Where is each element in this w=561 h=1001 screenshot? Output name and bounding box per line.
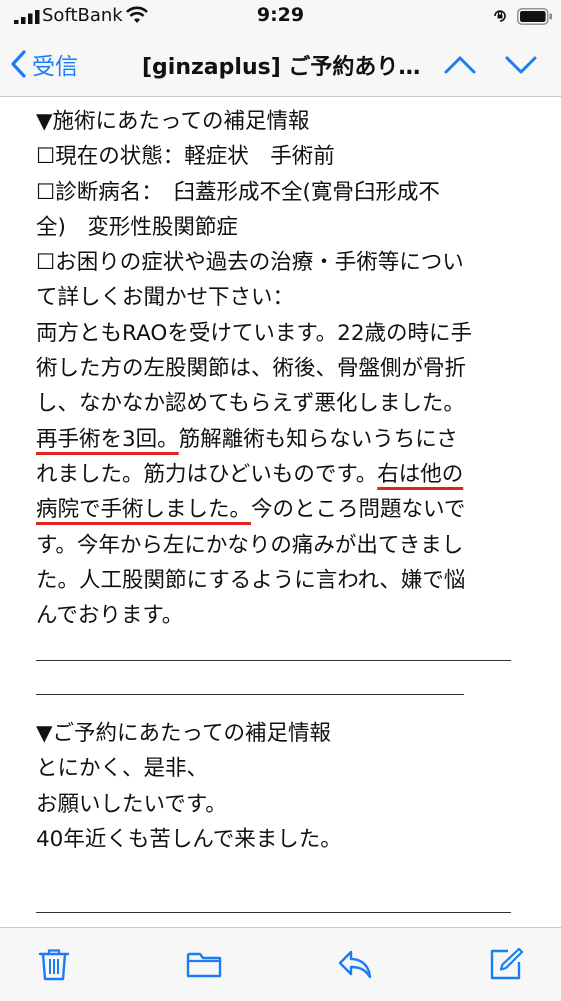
body-line: 全) 変形性股関節症 (36, 214, 238, 240)
bottom-toolbar (0, 927, 561, 1001)
body-line: 40年近くも苦しんで来ました。 (36, 826, 342, 852)
chevron-left-icon (11, 50, 26, 78)
email-body: ▼施術にあたっての補足情報 ☐現在の状態：軽症状 手術前 ☐診断病名： 臼蓋形成… (36, 104, 536, 633)
highlighted-text: 病院で手術しました。 (36, 497, 252, 523)
body-line: た。人工股関節にするように言われ、嫌で悩 (36, 567, 466, 593)
section-heading: ▼ご予約にあたっての補足情報 (36, 721, 331, 746)
body-line: れました。筋力はひどいものです。右は他の (36, 457, 536, 492)
divider-line (36, 660, 511, 661)
navigation-bar: 受信 [ginzaplus] ご予約あり… (0, 34, 561, 97)
highlighted-text: 右は他の (377, 461, 464, 487)
trash-icon[interactable] (36, 946, 72, 982)
reply-icon[interactable] (337, 946, 373, 982)
chevron-down-icon[interactable] (504, 50, 538, 80)
divider-line (36, 694, 464, 695)
chevron-up-icon[interactable] (443, 50, 477, 80)
divider-line (36, 912, 511, 913)
body-line: んでおります。 (36, 603, 184, 629)
body-line: ☐お困りの症状や過去の治療・手術等につい (36, 250, 464, 276)
back-button-label: 受信 (32, 54, 78, 80)
body-line: 両方ともRAOを受けています。22歳の時に手 (36, 320, 473, 346)
body-line: ▼施術にあたっての補足情報 (36, 109, 310, 134)
highlighted-text: 再手術を3回。 (36, 426, 179, 452)
battery-icon (517, 8, 552, 25)
compose-icon[interactable] (488, 946, 524, 982)
body-text: れました。筋力はひどいものです。 (36, 461, 378, 487)
body-line: ☐現在の状態：軽症状 手術前 (36, 144, 335, 170)
body-line: 再手術を3回。筋解離術も知らないうちにさ (36, 422, 536, 457)
clock: 9:29 (256, 4, 305, 26)
body-line: 術した方の左股関節は、術後、骨盤側が骨折 (36, 356, 467, 382)
status-bar: SoftBank 9:29 (0, 0, 561, 34)
body-line: お願いしたいです。 (36, 791, 227, 817)
email-body-section-2: ▼ご予約にあたっての補足情報 とにかく、是非、 お願いしたいです。 40年近くも… (36, 716, 536, 857)
body-line: 病院で手術しました。今のところ問題ないで (36, 492, 536, 527)
body-line: ☐診断病名： 臼蓋形成不全(寛骨臼形成不 (36, 179, 440, 205)
body-line: て詳しくお聞かせ下さい： (36, 285, 295, 311)
body-text: 筋解離術も知らないうちにさ (178, 426, 458, 452)
back-button[interactable]: 受信 (10, 48, 78, 80)
body-line: す。今年から左にかなりの痛みが出てきまし (36, 532, 464, 558)
orientation-lock-icon (494, 10, 506, 22)
body-text: 今のところ問題ないで (251, 497, 466, 523)
email-subject-title: [ginzaplus] ご予約あり… (142, 55, 421, 80)
body-line: とにかく、是非、 (36, 756, 209, 782)
folder-icon[interactable] (186, 946, 222, 982)
body-line: し、なかなか認めてもらえず悪化しました。 (36, 391, 465, 417)
